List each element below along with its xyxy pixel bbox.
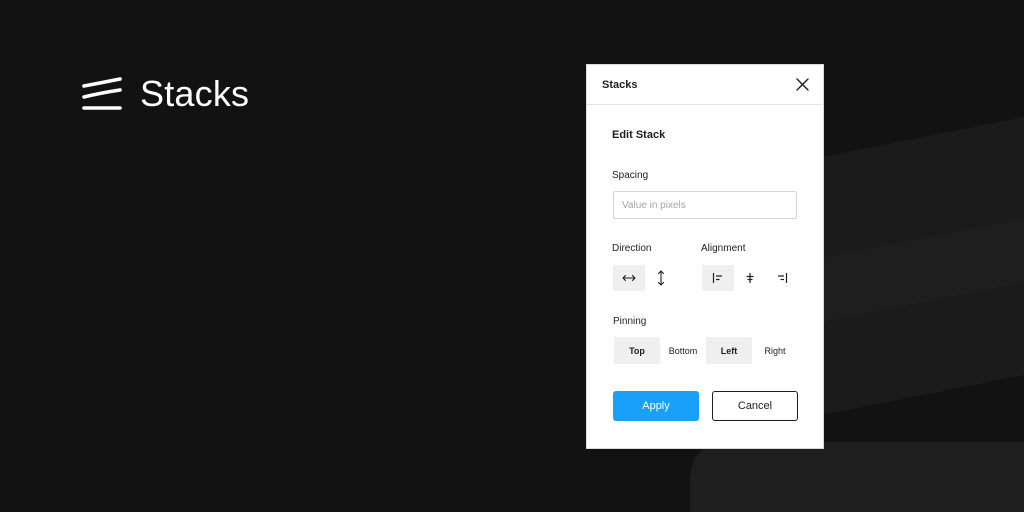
section-title: Edit Stack <box>612 129 666 141</box>
pin-right-button[interactable]: Right <box>752 337 798 364</box>
align-center-button[interactable] <box>734 265 766 291</box>
pin-bottom-button[interactable]: Bottom <box>660 337 706 364</box>
direction-vertical-button[interactable] <box>645 265 677 291</box>
align-center-icon <box>746 273 754 283</box>
direction-label: Direction <box>612 243 652 254</box>
align-end-button[interactable] <box>766 265 798 291</box>
spacing-input[interactable] <box>613 191 797 219</box>
pinning-label: Pinning <box>613 316 647 327</box>
align-start-button[interactable] <box>702 265 734 291</box>
spacing-label: Spacing <box>612 170 649 181</box>
cancel-button[interactable]: Cancel <box>712 391 798 421</box>
alignment-label: Alignment <box>701 243 746 254</box>
vertical-arrows-icon <box>657 270 665 286</box>
pin-top-button[interactable]: Top <box>614 337 660 364</box>
dialog-header: Stacks <box>587 65 823 105</box>
brand: Stacks <box>82 74 249 114</box>
stack-lines-icon <box>82 77 122 110</box>
hero-canvas: Stacks Stacks Edit Stack Spacing Directi… <box>0 0 1024 512</box>
brand-name: Stacks <box>140 73 250 114</box>
direction-horizontal-button[interactable] <box>613 265 645 291</box>
apply-button[interactable]: Apply <box>613 391 699 421</box>
align-start-icon <box>712 273 722 283</box>
align-end-icon <box>778 273 788 283</box>
horizontal-arrows-icon <box>622 274 636 282</box>
pin-left-button[interactable]: Left <box>706 337 752 364</box>
close-icon <box>795 78 809 91</box>
close-button[interactable] <box>793 76 811 94</box>
edit-stack-dialog: Stacks Edit Stack Spacing Direction Alig… <box>586 64 824 449</box>
dialog-title: Stacks <box>602 78 638 91</box>
